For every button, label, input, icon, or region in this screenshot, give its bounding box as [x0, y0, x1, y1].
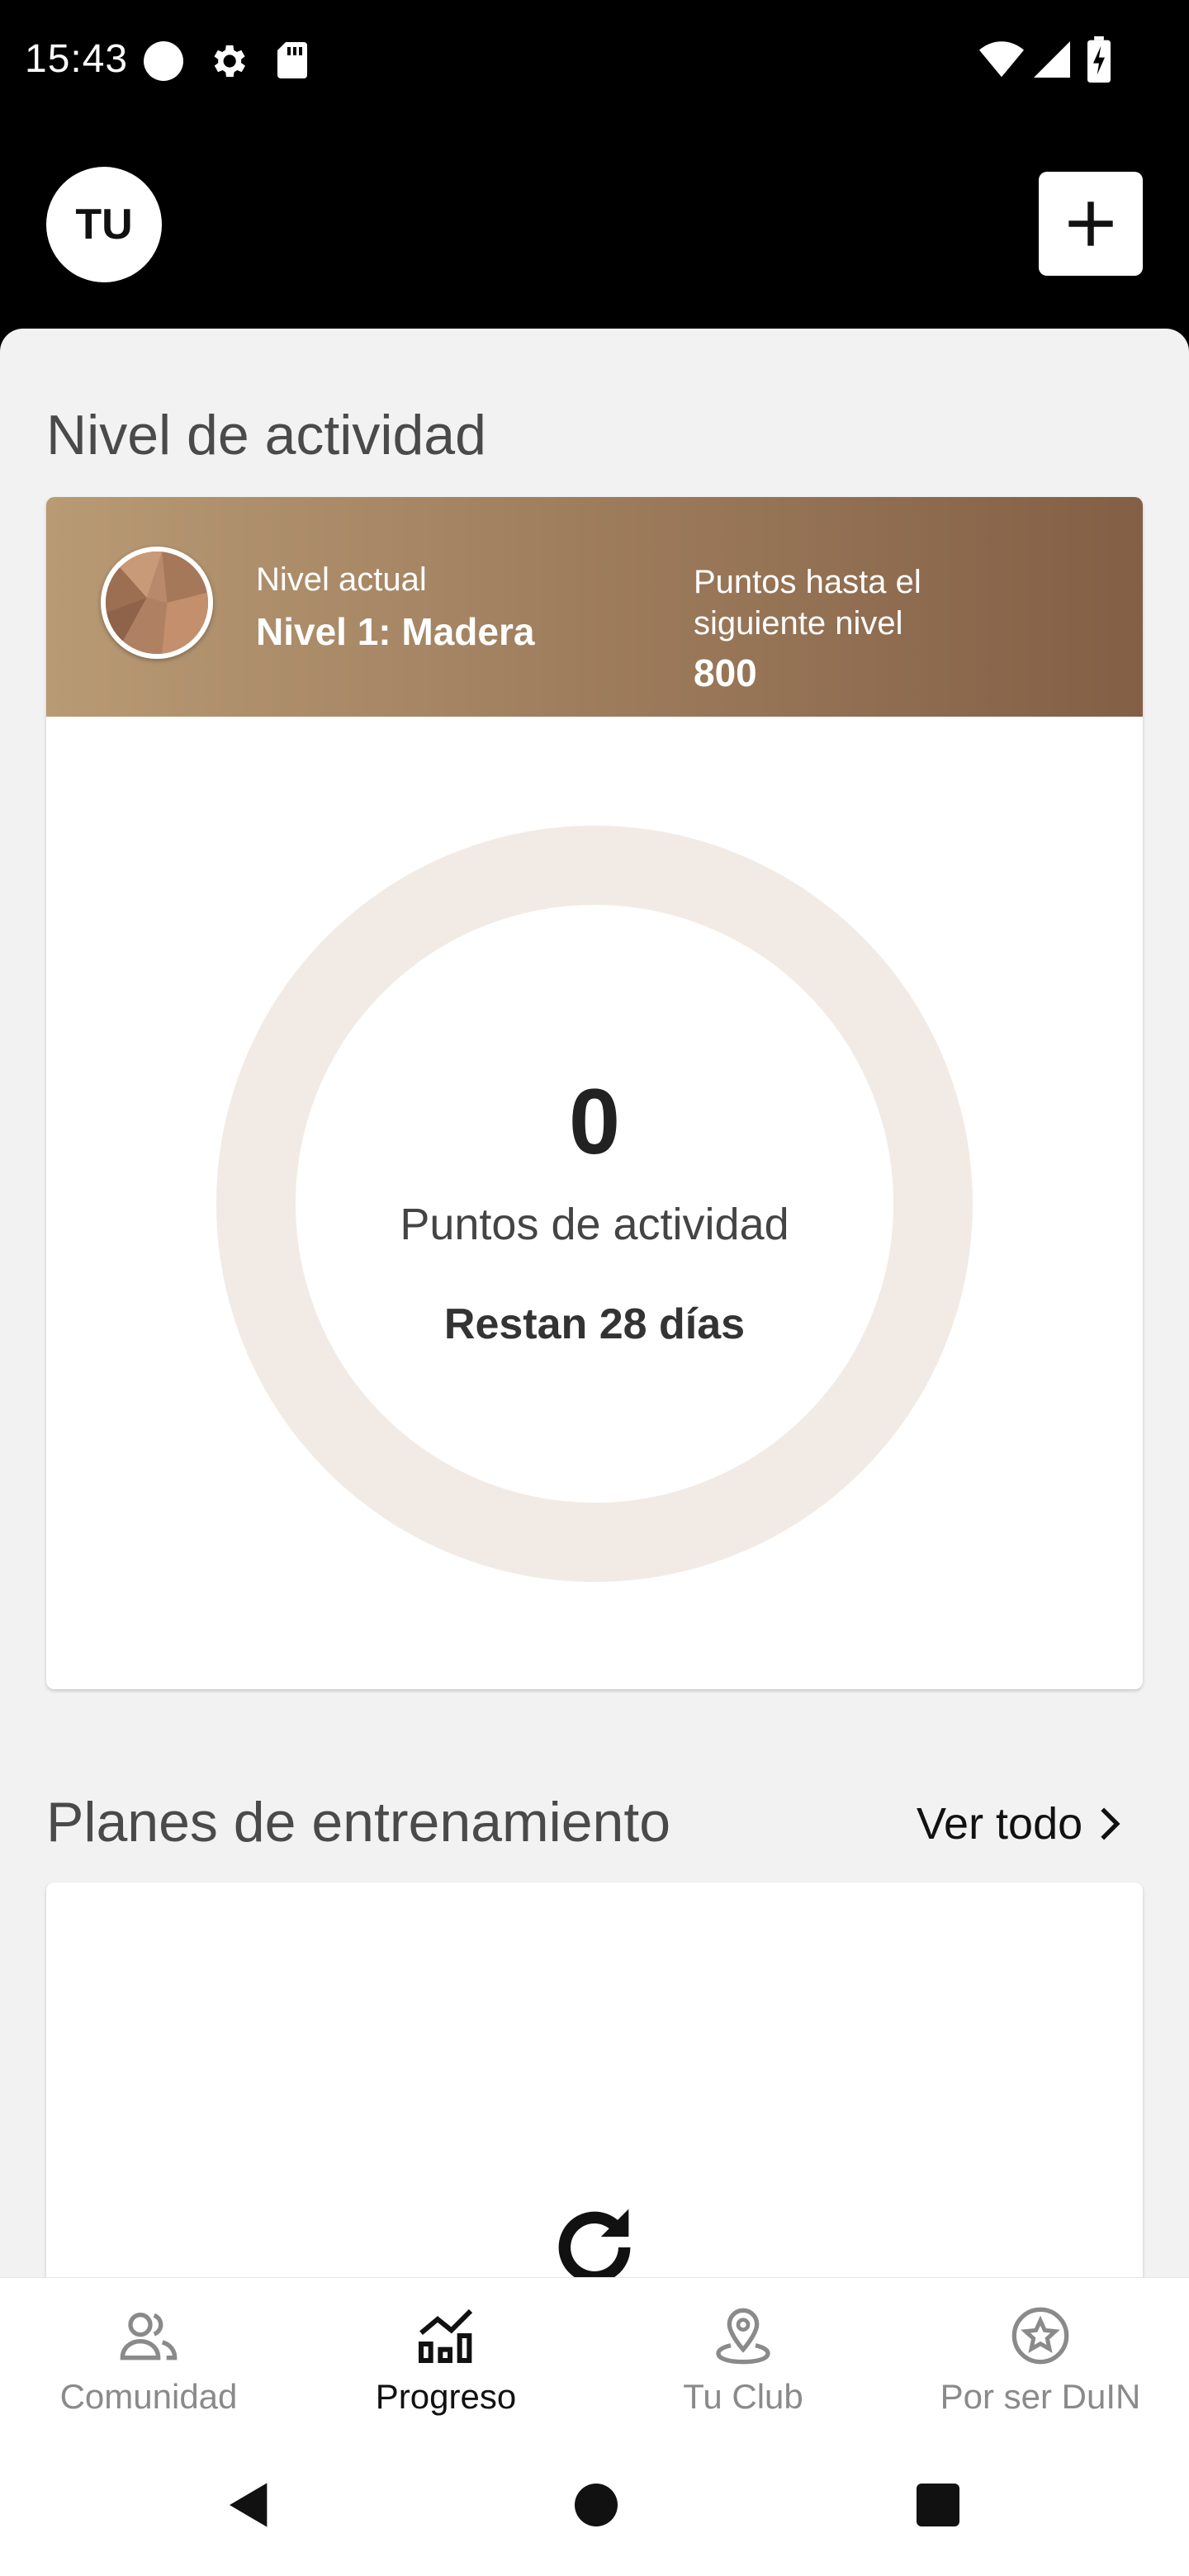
days-left-text: Restan 28 días — [443, 1300, 746, 1348]
progress-chart-icon — [419, 2308, 473, 2363]
bottom-navigation: Comunidad Progreso Tu Club Por ser DuIN — [0, 2277, 1189, 2436]
top-app-bar: TU — [0, 122, 1189, 329]
status-time: 15:43 — [25, 37, 129, 81]
avatar[interactable]: TU — [46, 167, 162, 282]
see-all-link[interactable]: Ver todo — [917, 1798, 1122, 1849]
battery-charging-icon — [1087, 36, 1111, 83]
content-sheet[interactable]: Nivel de actividad Nivel actual Nivel 1:… — [0, 329, 1189, 2277]
nav-item-tu-club[interactable]: Tu Club — [594, 2278, 892, 2436]
back-icon[interactable] — [223, 2479, 276, 2531]
activity-points-label: Puntos de actividad — [400, 1200, 789, 1249]
nav-label-progreso: Progreso — [375, 2377, 517, 2416]
points-to-next-label: Puntos hasta el siguiente nivel — [694, 564, 921, 642]
status-bar: 15:43 — [0, 0, 1189, 122]
system-navigation-bar — [0, 2436, 1189, 2576]
home-icon[interactable] — [575, 2484, 618, 2526]
activity-level-card[interactable]: Nivel actual Nivel 1: Madera Puntos hast… — [46, 497, 1143, 1689]
nav-item-comunidad[interactable]: Comunidad — [0, 2278, 297, 2436]
settings-gear-icon — [214, 45, 246, 78]
activity-section-title: Nivel de actividad — [46, 404, 486, 466]
training-plans-card[interactable] — [46, 1882, 1143, 2277]
current-level-label: Nivel actual — [256, 561, 427, 598]
points-to-next-value: 800 — [694, 651, 757, 694]
wifi-icon — [979, 41, 1024, 78]
see-all-label: Ver todo — [917, 1799, 1083, 1849]
reload-icon — [558, 2209, 631, 2277]
star-badge-icon — [1011, 2307, 1069, 2365]
nav-label-tu-club: Tu Club — [683, 2377, 803, 2416]
level-banner: Nivel actual Nivel 1: Madera Puntos hast… — [46, 497, 1143, 717]
notification-dot-icon — [144, 41, 183, 81]
recents-icon[interactable] — [917, 2484, 959, 2526]
plus-icon — [1068, 201, 1113, 246]
add-button[interactable] — [1039, 172, 1143, 276]
wood-level-badge-icon — [101, 547, 213, 659]
activity-points-value: 0 — [568, 1070, 621, 1173]
signal-icon — [1034, 41, 1070, 78]
current-level-value: Nivel 1: Madera — [256, 610, 535, 653]
location-pin-icon — [716, 2308, 770, 2365]
sd-card-icon — [277, 42, 307, 78]
nav-item-progreso[interactable]: Progreso — [297, 2278, 594, 2436]
nav-label-por-ser-duin: Por ser DuIN — [940, 2377, 1141, 2416]
nav-label-comunidad: Comunidad — [59, 2377, 238, 2416]
training-plans-title: Planes de entrenamiento — [46, 1791, 671, 1854]
community-icon — [120, 2313, 178, 2361]
chevron-right-icon — [1101, 1807, 1120, 1840]
nav-item-por-ser-duin[interactable]: Por ser DuIN — [892, 2278, 1189, 2436]
